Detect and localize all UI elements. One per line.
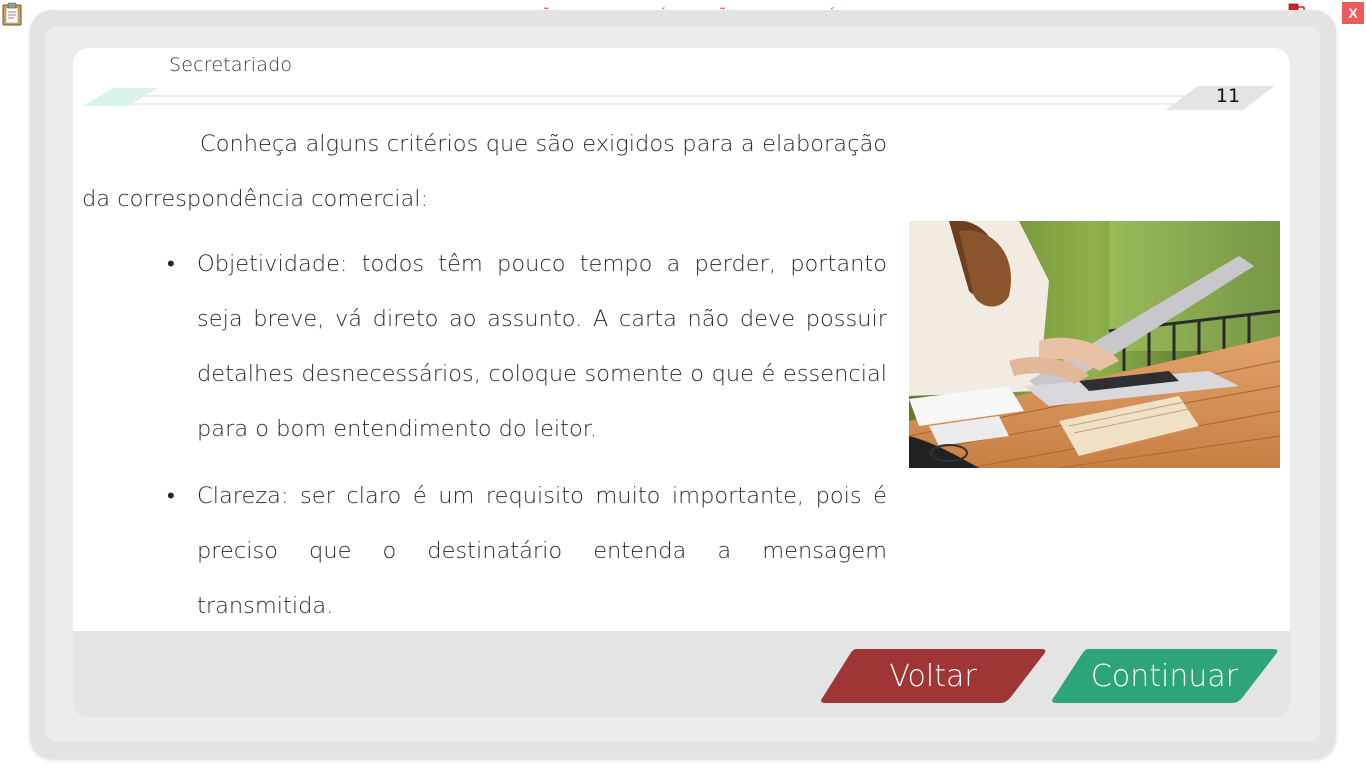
slide-card: Secretariado 11 Conheça alguns critérios… xyxy=(73,48,1290,718)
list-item-text: Clareza: ser claro é um requisito muito … xyxy=(197,483,887,619)
close-button[interactable]: X xyxy=(1342,2,1364,24)
back-button-label: Voltar xyxy=(889,658,977,694)
criteria-list: • Objetividade: todos têm pouco tempo a … xyxy=(82,237,887,634)
list-item: • Objetividade: todos têm pouco tempo a … xyxy=(167,237,887,457)
continue-button-label: Continuar xyxy=(1090,658,1239,694)
section-title: Secretariado xyxy=(169,54,293,76)
list-item-text: Objetividade: todos têm pouco tempo a pe… xyxy=(197,251,887,442)
lesson-content: Conheça alguns critérios que são exigido… xyxy=(82,117,887,646)
footer-bar: Voltar Continuar xyxy=(73,631,1290,718)
back-button[interactable]: Voltar xyxy=(820,649,1046,703)
bullet-dot: • xyxy=(167,252,175,277)
clipboard-icon[interactable] xyxy=(2,2,22,26)
header-rule xyxy=(83,86,1275,110)
intro-paragraph: Conheça alguns critérios que são exigido… xyxy=(82,131,887,212)
continue-button[interactable]: Continuar xyxy=(1051,649,1278,703)
bullet-dot: • xyxy=(167,484,175,509)
list-item: • Clareza: ser claro é um requisito muit… xyxy=(167,469,887,634)
laptop-typing-photo xyxy=(909,221,1280,468)
page-number: 11 xyxy=(1215,85,1241,107)
